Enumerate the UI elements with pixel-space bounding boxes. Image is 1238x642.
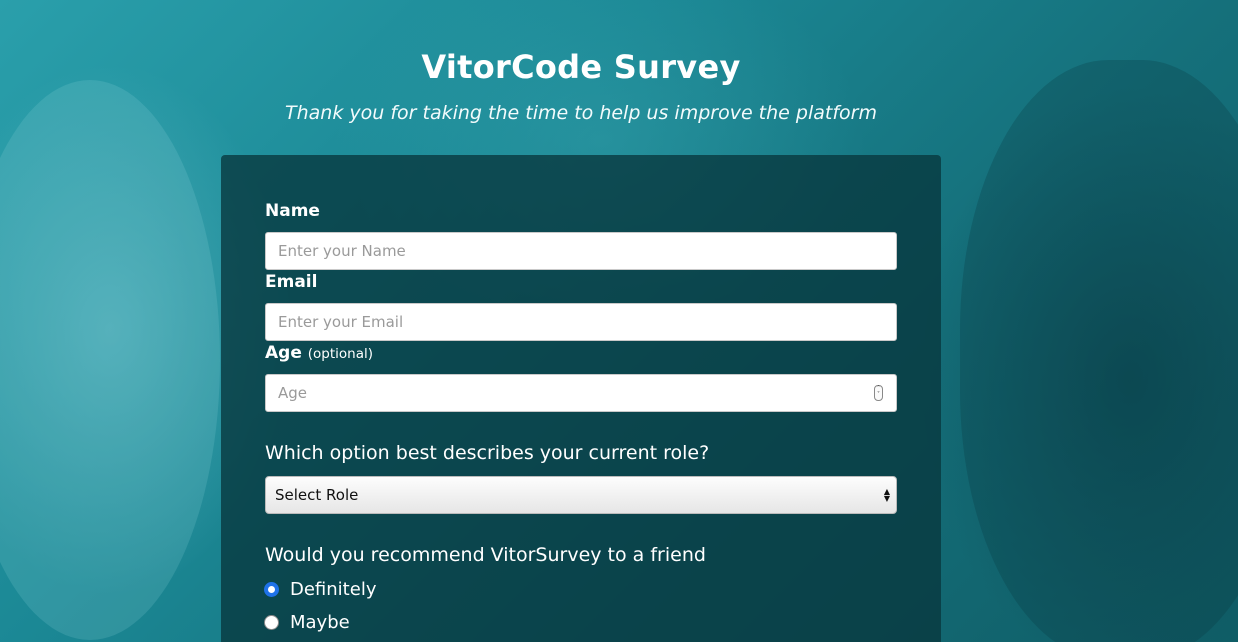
radio-option-definitely[interactable]: Definitely (264, 579, 376, 600)
age-optional-hint: (optional) (307, 346, 374, 362)
age-label: Age (optional) (265, 343, 373, 363)
age-label-text: Age (265, 343, 302, 363)
age-stepper[interactable]: ˄ ˅ (874, 385, 883, 401)
select-arrows-icon: ▲ ▼ (883, 487, 890, 503)
email-label: Email (265, 272, 317, 292)
radio-label-definitely: Definitely (290, 579, 377, 600)
page-header: VitorCode Survey Thank you for taking th… (0, 48, 1162, 124)
age-field: ˄ ˅ (265, 374, 897, 412)
role-select[interactable]: Select Role ▲ ▼ (265, 476, 897, 514)
radio-option-maybe[interactable]: Maybe (264, 612, 350, 633)
page-description: Thank you for taking the time to help us… (285, 102, 877, 124)
radio-label-maybe: Maybe (290, 612, 350, 633)
name-label: Name (265, 201, 320, 221)
role-question: Which option best describes your current… (265, 442, 710, 464)
radio-button-definitely[interactable] (264, 582, 279, 597)
email-label-text: Email (265, 272, 318, 292)
background-figure-right (960, 60, 1238, 642)
survey-form: Name Email Age (optional) ˄ ˅ Which opti… (221, 155, 941, 642)
radio-button-maybe[interactable] (264, 615, 279, 630)
role-select-value: Select Role (275, 486, 359, 504)
name-input[interactable] (265, 232, 897, 270)
recommend-question: Would you recommend VitorSurvey to a fri… (265, 544, 706, 566)
chevron-down-icon: ˅ (877, 391, 880, 398)
page-title: VitorCode Survey (421, 48, 741, 86)
name-label-text: Name (265, 201, 320, 221)
email-input[interactable] (265, 303, 897, 341)
age-input[interactable] (265, 374, 897, 412)
